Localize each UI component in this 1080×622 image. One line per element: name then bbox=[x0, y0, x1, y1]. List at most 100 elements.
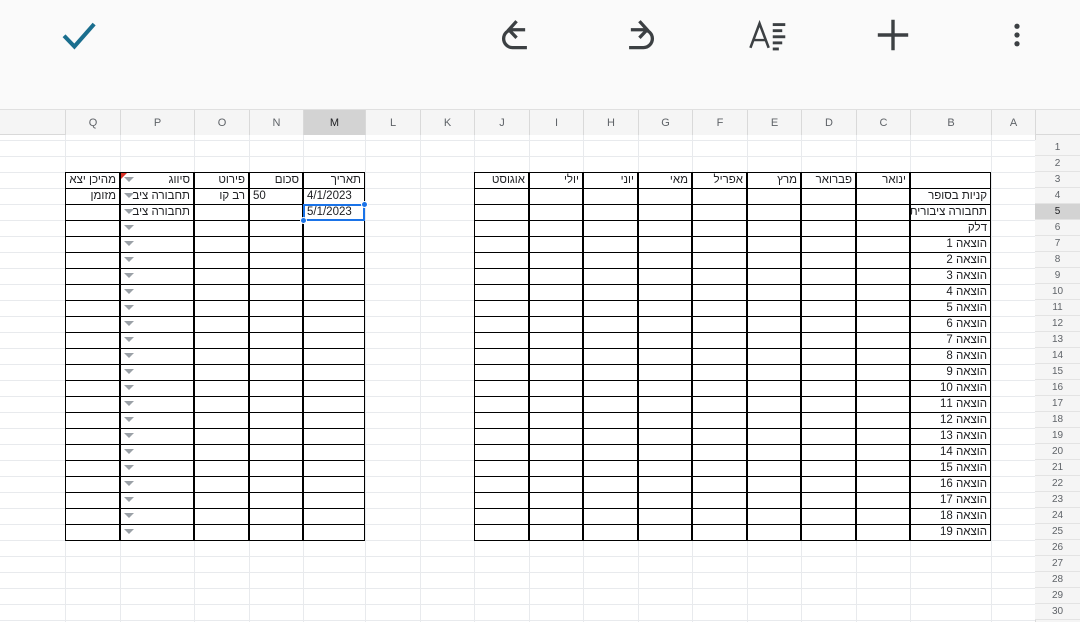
transactions-cell-source[interactable] bbox=[65, 364, 120, 381]
budget-header-month[interactable]: מרץ bbox=[747, 172, 801, 189]
transactions-cell-category[interactable] bbox=[120, 252, 194, 269]
row-header-5[interactable]: 5 bbox=[1035, 204, 1080, 220]
confirm-button[interactable] bbox=[48, 4, 110, 66]
budget-cell-value[interactable] bbox=[747, 332, 801, 349]
budget-cell-value[interactable] bbox=[856, 380, 910, 397]
budget-cell-value[interactable] bbox=[583, 284, 638, 301]
budget-cell-value[interactable] bbox=[474, 412, 529, 429]
dropdown-arrow-icon[interactable] bbox=[124, 353, 134, 358]
row-header-18[interactable]: 18 bbox=[1035, 412, 1080, 428]
transactions-cell-date[interactable] bbox=[303, 412, 365, 429]
transactions-cell-source[interactable] bbox=[65, 460, 120, 477]
budget-cell-value[interactable] bbox=[638, 428, 692, 445]
text-format-button[interactable] bbox=[736, 4, 798, 66]
transactions-cell-details[interactable] bbox=[194, 236, 249, 253]
budget-cell-value[interactable] bbox=[474, 204, 529, 221]
transactions-cell-details[interactable] bbox=[194, 508, 249, 525]
transactions-cell-source[interactable] bbox=[65, 412, 120, 429]
transactions-cell-amount[interactable] bbox=[249, 252, 303, 269]
budget-cell-value[interactable] bbox=[529, 524, 583, 541]
row-header-12[interactable]: 12 bbox=[1035, 316, 1080, 332]
dropdown-arrow-icon[interactable] bbox=[124, 337, 134, 342]
transactions-cell-details[interactable] bbox=[194, 412, 249, 429]
budget-cell-value[interactable] bbox=[474, 428, 529, 445]
budget-cell-value[interactable] bbox=[801, 188, 856, 205]
column-header-B[interactable]: B bbox=[910, 110, 991, 135]
select-all-corner[interactable] bbox=[1035, 110, 1080, 135]
budget-cell-value[interactable] bbox=[801, 396, 856, 413]
grid-canvas[interactable]: תאריך סכום פירוט סיווג מהיכן יצא 4/1/2023 50 רב… bbox=[0, 135, 1035, 622]
dropdown-arrow-icon[interactable] bbox=[124, 449, 134, 454]
budget-cell-value[interactable] bbox=[692, 300, 747, 317]
budget-cell-value[interactable] bbox=[583, 332, 638, 349]
budget-cell-value[interactable] bbox=[529, 380, 583, 397]
transactions-cell-details[interactable] bbox=[194, 380, 249, 397]
row-header-1[interactable]: 1 bbox=[1035, 140, 1080, 156]
budget-cell-value[interactable] bbox=[692, 284, 747, 301]
budget-cell-value[interactable] bbox=[692, 348, 747, 365]
budget-cell-value[interactable] bbox=[801, 204, 856, 221]
budget-cell-value[interactable] bbox=[856, 300, 910, 317]
column-header-F[interactable]: F bbox=[692, 110, 747, 135]
budget-cell-value[interactable] bbox=[583, 396, 638, 413]
row-header-4[interactable]: 4 bbox=[1035, 188, 1080, 204]
transactions-cell-amount[interactable] bbox=[249, 364, 303, 381]
budget-cell-value[interactable] bbox=[583, 364, 638, 381]
budget-cell-value[interactable] bbox=[474, 460, 529, 477]
budget-cell-value[interactable] bbox=[583, 524, 638, 541]
budget-cell-value[interactable] bbox=[801, 236, 856, 253]
budget-cell-value[interactable] bbox=[474, 236, 529, 253]
transactions-cell-category[interactable] bbox=[120, 348, 194, 365]
budget-cell-value[interactable] bbox=[856, 460, 910, 477]
transactions-cell-details[interactable] bbox=[194, 300, 249, 317]
budget-cell-value[interactable] bbox=[474, 492, 529, 509]
selection-handle-bottom-left[interactable] bbox=[300, 217, 307, 224]
budget-cell-value[interactable] bbox=[747, 412, 801, 429]
transactions-cell-source[interactable] bbox=[65, 220, 120, 237]
column-header-D[interactable]: D bbox=[801, 110, 856, 135]
budget-cell-value[interactable] bbox=[529, 396, 583, 413]
budget-cell-value[interactable] bbox=[692, 268, 747, 285]
transactions-cell-source[interactable] bbox=[65, 316, 120, 333]
budget-cell-value[interactable] bbox=[638, 284, 692, 301]
budget-cell-value[interactable] bbox=[801, 460, 856, 477]
budget-cell-value[interactable] bbox=[583, 508, 638, 525]
budget-cell-value[interactable] bbox=[474, 396, 529, 413]
transactions-cell-details[interactable] bbox=[194, 348, 249, 365]
budget-cell-value[interactable] bbox=[529, 412, 583, 429]
transactions-cell-details[interactable] bbox=[194, 268, 249, 285]
transactions-cell-amount[interactable] bbox=[249, 508, 303, 525]
transactions-cell-date[interactable] bbox=[303, 476, 365, 493]
transactions-cell-date[interactable] bbox=[303, 396, 365, 413]
transactions-cell-details[interactable] bbox=[194, 492, 249, 509]
budget-cell-category[interactable]: הוצאה 11 bbox=[910, 396, 991, 413]
transactions-cell-source[interactable] bbox=[65, 348, 120, 365]
budget-cell-value[interactable] bbox=[801, 508, 856, 525]
budget-cell-value[interactable] bbox=[583, 412, 638, 429]
transactions-cell-date[interactable] bbox=[303, 332, 365, 349]
transactions-cell-amount[interactable] bbox=[249, 444, 303, 461]
transactions-cell-details[interactable] bbox=[194, 204, 249, 221]
budget-cell-value[interactable] bbox=[638, 316, 692, 333]
transactions-header-details[interactable]: פירוט bbox=[194, 172, 249, 189]
column-header-A[interactable]: A bbox=[991, 110, 1035, 135]
transactions-cell-amount[interactable] bbox=[249, 460, 303, 477]
transactions-cell-date[interactable] bbox=[303, 460, 365, 477]
column-header-J[interactable]: J bbox=[474, 110, 529, 135]
budget-cell-value[interactable] bbox=[529, 348, 583, 365]
budget-cell-value[interactable] bbox=[638, 332, 692, 349]
transactions-cell-category[interactable] bbox=[120, 300, 194, 317]
row-header-30[interactable]: 30 bbox=[1035, 604, 1080, 620]
transactions-cell-date[interactable]: 4/1/2023 bbox=[303, 188, 365, 205]
dropdown-arrow-icon[interactable] bbox=[124, 225, 134, 230]
budget-cell-value[interactable] bbox=[474, 220, 529, 237]
transactions-cell-category[interactable] bbox=[120, 460, 194, 477]
budget-cell-value[interactable] bbox=[692, 204, 747, 221]
transactions-cell-amount[interactable] bbox=[249, 300, 303, 317]
column-header-M[interactable]: M bbox=[303, 110, 365, 135]
overflow-menu-button[interactable] bbox=[986, 4, 1048, 66]
budget-cell-value[interactable] bbox=[529, 492, 583, 509]
transactions-cell-details[interactable] bbox=[194, 252, 249, 269]
transactions-cell-date[interactable] bbox=[303, 268, 365, 285]
budget-cell-category[interactable]: הוצאה 10 bbox=[910, 380, 991, 397]
